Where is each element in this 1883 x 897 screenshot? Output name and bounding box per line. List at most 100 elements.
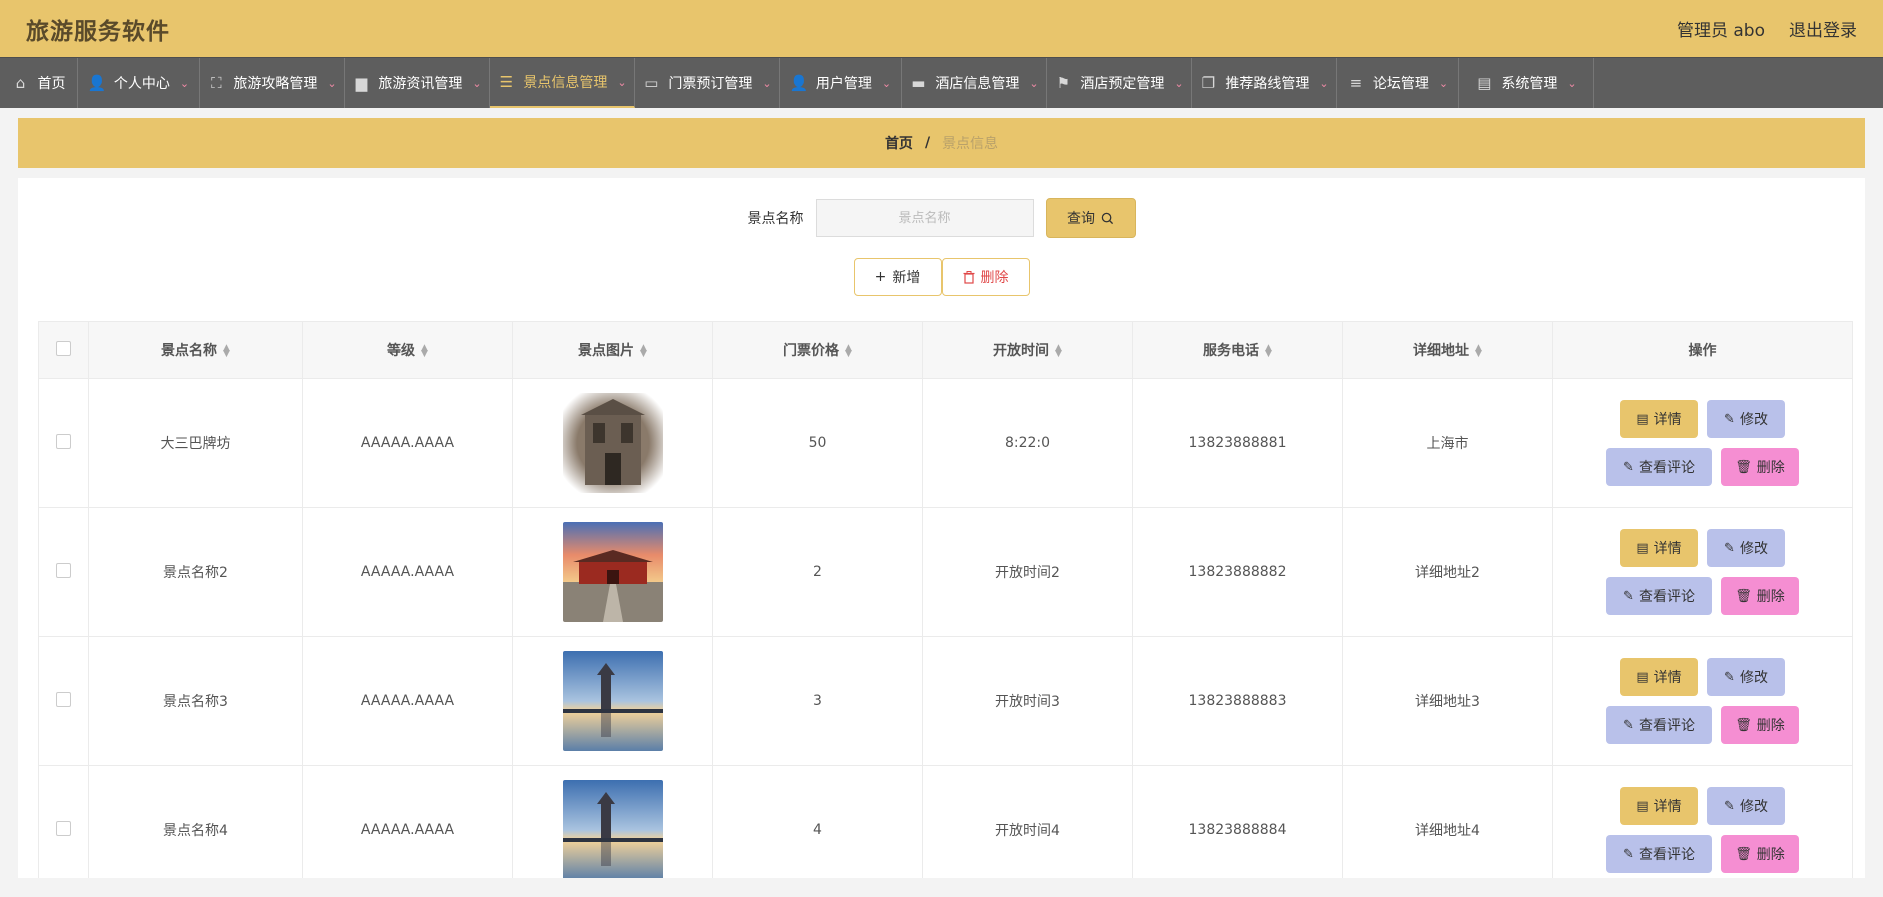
edit-button[interactable]: ✎ 修改	[1707, 787, 1785, 825]
row-actions: ▤ 详情 ✎ 修改 ✎ 查看评论 🗑 删除	[1554, 529, 1851, 615]
view-comments-button[interactable]: ✎ 查看评论	[1606, 448, 1712, 486]
add-button[interactable]: + 新增	[853, 258, 942, 296]
column-header[interactable]: 详细地址 ▲ ▼	[1342, 321, 1553, 379]
column-header[interactable]: 景点图片 ▲ ▼	[512, 321, 713, 379]
copy-icon: ❐	[1201, 74, 1216, 92]
table-row: 景点名称4 AAAAA.AAAA 4 开放时间4 13823888884 详细地址4 ▤ 详情…	[38, 765, 1853, 878]
nav-item-4[interactable]: ☰ 景点信息管理 ⌄	[490, 58, 635, 108]
trash-icon: 🗑	[1735, 846, 1752, 862]
search-input[interactable]	[815, 199, 1034, 237]
nav-item-7[interactable]: ▬ 酒店信息管理 ⌄	[902, 58, 1047, 108]
trash-icon: 🗑	[1735, 459, 1752, 475]
cell-image	[512, 507, 713, 637]
nav-item-0[interactable]: ⌂ 首页	[0, 58, 78, 108]
nav-item-5[interactable]: ▭ 门票预订管理 ⌄	[635, 58, 780, 108]
cell-open-time: 开放时间2	[922, 507, 1133, 637]
row-checkbox[interactable]	[56, 562, 71, 578]
detail-button[interactable]: ▤ 详情	[1620, 529, 1698, 567]
column-header[interactable]: 等级 ▲ ▼	[302, 321, 513, 379]
column-header[interactable]: 门票价格 ▲ ▼	[712, 321, 923, 379]
document-icon: ▤	[1636, 411, 1649, 427]
column-header[interactable]: 服务电话 ▲ ▼	[1132, 321, 1343, 379]
delete-button[interactable]: 🗑 删除	[1721, 835, 1799, 873]
sort-icon[interactable]: ▲ ▼	[1055, 344, 1062, 359]
batch-delete-button[interactable]: 删除	[941, 258, 1030, 296]
message-icon: ▤	[1477, 74, 1492, 92]
spots-table: 景点名称 ▲ ▼ 等级 ▲ ▼ 景点图片 ▲ ▼ 门票价格 ▲ ▼ 开放时间 ▲ ▼ 服务电话 ▲ ▼ 详细地址 ▲ ▼…	[38, 321, 1853, 878]
action-bar: + 新增 删除	[18, 258, 1865, 296]
select-all-checkbox[interactable]	[56, 340, 71, 356]
nav-item-8[interactable]: ⚑ 酒店预定管理 ⌄	[1047, 58, 1192, 108]
edit-button[interactable]: ✎ 修改	[1707, 658, 1785, 696]
cell-name: 大三巴牌坊	[88, 378, 303, 508]
view-comments-label: 查看评论	[1638, 847, 1695, 863]
row-actions-bottom: ✎ 查看评论 🗑 删除	[1606, 706, 1799, 744]
cell-name: 景点名称3	[88, 636, 303, 766]
chevron-down-icon: ⌄	[617, 75, 627, 89]
row-actions-bottom: ✎ 查看评论 🗑 删除	[1606, 448, 1799, 486]
batch-delete-label: 删除	[980, 270, 1009, 286]
nav-item-2[interactable]: ⛶ 旅游攻略管理 ⌄	[200, 58, 345, 108]
cell-price: 3	[712, 636, 923, 766]
view-comments-label: 查看评论	[1638, 589, 1695, 605]
table-header-row: 景点名称 ▲ ▼ 等级 ▲ ▼ 景点图片 ▲ ▼ 门票价格 ▲ ▼ 开放时间 ▲ ▼ 服务电话 ▲ ▼ 详细地址 ▲ ▼…	[38, 321, 1853, 379]
sort-icon[interactable]: ▲ ▼	[640, 344, 647, 359]
chevron-down-icon: ⌄	[1174, 76, 1184, 90]
column-header[interactable]: 开放时间 ▲ ▼	[922, 321, 1133, 379]
current-user: 管理员 abo	[1676, 21, 1765, 41]
column-header[interactable]: 景点名称 ▲ ▼	[88, 321, 303, 379]
sort-icon[interactable]: ▲ ▼	[223, 344, 230, 359]
nav-item-label: 景点信息管理	[523, 75, 608, 91]
detail-button[interactable]: ▤ 详情	[1620, 400, 1698, 438]
view-comments-button[interactable]: ✎ 查看评论	[1606, 706, 1712, 744]
table-body: 大三巴牌坊 AAAAA.AAAA 50 8:22:0 13823888881 上海市 ▤ 详情…	[38, 378, 1853, 878]
view-comments-label: 查看评论	[1638, 718, 1695, 734]
nav-item-9[interactable]: ❐ 推荐路线管理 ⌄	[1192, 58, 1337, 108]
row-checkbox[interactable]	[56, 820, 71, 836]
sort-icon[interactable]: ▲ ▼	[1265, 344, 1272, 359]
pencil-icon: ✎	[1724, 669, 1735, 685]
chevron-down-icon: ⌄	[881, 76, 892, 90]
cell-actions: ▤ 详情 ✎ 修改 ✎ 查看评论 🗑 删除	[1552, 507, 1853, 637]
delete-button[interactable]: 🗑 删除	[1721, 577, 1799, 615]
nav-item-11[interactable]: ▤ 系统管理 ⌄	[1459, 58, 1594, 108]
detail-button[interactable]: ▤ 详情	[1620, 658, 1698, 696]
spot-thumbnail	[562, 780, 663, 878]
query-button[interactable]: 查询	[1045, 198, 1136, 238]
chevron-down-icon: ⌄	[472, 76, 482, 90]
column-header-label: 景点图片	[578, 343, 635, 359]
row-checkbox[interactable]	[56, 433, 71, 449]
cell-address: 详细地址2	[1342, 507, 1553, 637]
row-checkbox[interactable]	[56, 691, 71, 707]
select-all-cell	[38, 321, 89, 379]
cell-name: 景点名称2	[88, 507, 303, 637]
detail-button[interactable]: ▤ 详情	[1620, 787, 1698, 825]
nav-item-label: 旅游资讯管理	[378, 76, 463, 92]
main-nav: ⌂ 首页 👤 个人中心 ⌄ ⛶ 旅游攻略管理 ⌄ ▆ 旅游资讯管理 ⌄ ☰ 景点信息管理 ⌄ ▭ 门票预订管理…	[0, 57, 1883, 108]
cell-image	[512, 636, 713, 766]
breadcrumb-home[interactable]: 首页	[885, 133, 913, 153]
sort-icon[interactable]: ▲ ▼	[421, 344, 428, 359]
sort-icon[interactable]: ▲ ▼	[1475, 344, 1482, 359]
sort-icon[interactable]: ▲ ▼	[845, 344, 852, 359]
logout-link[interactable]: 退出登录	[1789, 16, 1857, 41]
nav-item-10[interactable]: ≡ 论坛管理 ⌄	[1337, 58, 1459, 108]
nav-item-6[interactable]: 👤 用户管理 ⌄	[780, 58, 902, 108]
view-comments-button[interactable]: ✎ 查看评论	[1606, 835, 1712, 873]
cell-actions: ▤ 详情 ✎ 修改 ✎ 查看评论 🗑 删除	[1552, 378, 1853, 508]
document-icon: ▤	[1636, 540, 1649, 556]
row-select-cell	[38, 765, 89, 878]
edit-button[interactable]: ✎ 修改	[1707, 529, 1785, 567]
column-header-label: 景点名称	[161, 343, 218, 359]
chat-icon: ▭	[644, 74, 659, 92]
row-actions-top: ▤ 详情 ✎ 修改	[1620, 529, 1785, 567]
delete-button[interactable]: 🗑 删除	[1721, 706, 1799, 744]
delete-button[interactable]: 🗑 删除	[1721, 448, 1799, 486]
cell-open-time: 8:22:0	[922, 378, 1133, 508]
chevron-down-icon: ⌄	[1319, 76, 1329, 90]
view-comments-button[interactable]: ✎ 查看评论	[1606, 577, 1712, 615]
nav-item-3[interactable]: ▆ 旅游资讯管理 ⌄	[345, 58, 490, 108]
edit-button[interactable]: ✎ 修改	[1707, 400, 1785, 438]
nav-item-1[interactable]: 👤 个人中心 ⌄	[78, 58, 200, 108]
row-actions: ▤ 详情 ✎ 修改 ✎ 查看评论 🗑 删除	[1554, 787, 1851, 873]
